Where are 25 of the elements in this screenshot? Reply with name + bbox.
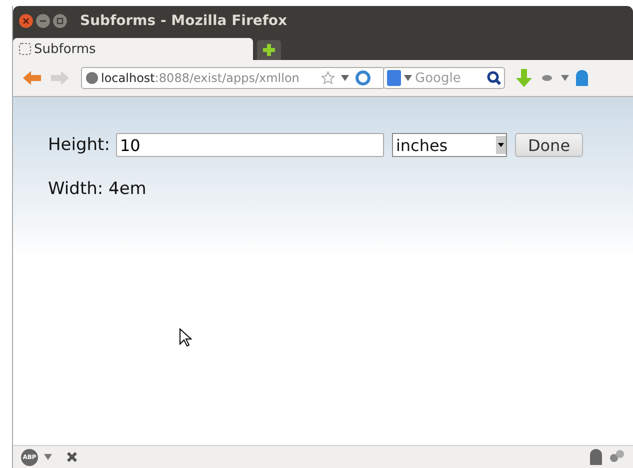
mouse-cursor-icon	[179, 328, 193, 348]
minimize-icon[interactable]	[36, 14, 50, 28]
star-icon[interactable]	[321, 71, 335, 85]
browser-tab[interactable]: Subforms	[13, 38, 253, 60]
maximize-icon[interactable]	[53, 14, 67, 28]
done-button[interactable]: Done	[514, 133, 584, 157]
plus-icon	[262, 43, 276, 57]
close-icon[interactable]	[66, 451, 78, 463]
close-icon[interactable]	[19, 14, 33, 28]
search-icon[interactable]	[487, 71, 501, 85]
dropdown-caret-icon[interactable]	[561, 75, 569, 81]
dropdown-caret-icon[interactable]	[341, 75, 349, 81]
address-bar[interactable]: localhost:8088/exist/apps/xmllon	[81, 67, 385, 89]
dropdown-caret-icon[interactable]	[404, 75, 412, 81]
dropdown-caret-icon[interactable]	[44, 454, 52, 460]
blank-page-icon	[19, 43, 31, 55]
height-label: Height:	[48, 135, 110, 155]
window-title: Subforms - Mozilla Firefox	[80, 13, 288, 29]
back-arrow-icon[interactable]	[21, 69, 43, 87]
unit-dropdown[interactable]: inches	[392, 133, 507, 157]
height-input[interactable]: 10	[116, 133, 384, 157]
download-arrow-icon[interactable]	[515, 68, 533, 88]
url-text: localhost:8088/exist/apps/xmllon	[101, 71, 300, 85]
width-text: Width: 4em	[48, 179, 148, 199]
new-tab-button[interactable]	[257, 40, 281, 60]
